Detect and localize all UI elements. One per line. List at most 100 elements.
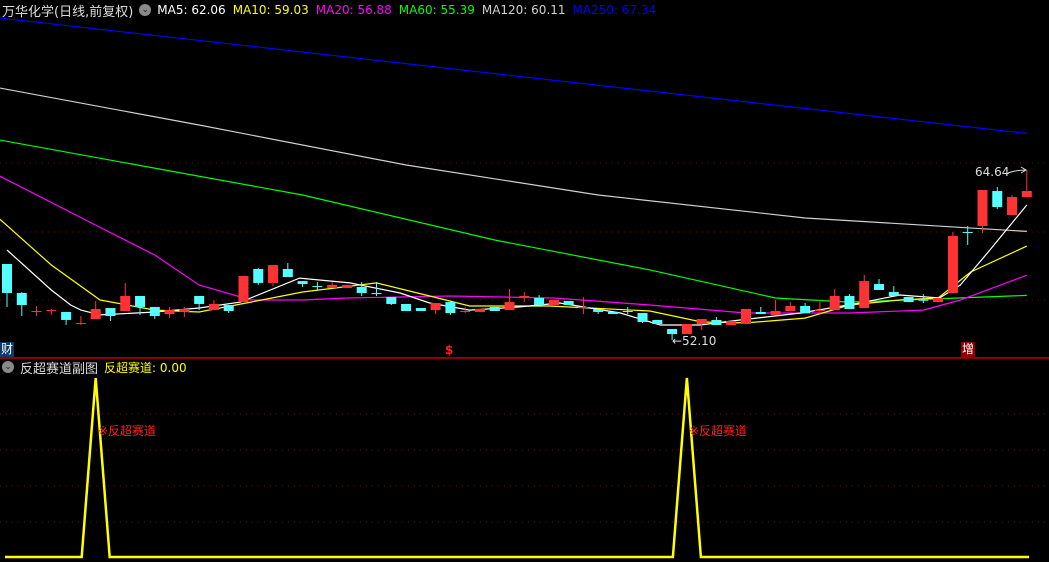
candle-body xyxy=(460,311,471,313)
ma120-line xyxy=(0,87,1027,232)
candle-body xyxy=(1007,196,1018,216)
candle-body xyxy=(445,302,456,314)
candle xyxy=(681,324,692,335)
candle-body xyxy=(312,286,323,288)
candle xyxy=(1021,170,1032,197)
candle xyxy=(947,231,958,293)
candle xyxy=(800,303,811,314)
chevron-down-icon[interactable]: ⌄ xyxy=(139,4,152,16)
candle-body xyxy=(622,311,633,313)
candle xyxy=(888,286,899,296)
candle xyxy=(61,311,72,325)
candle-body xyxy=(578,306,589,308)
candle xyxy=(223,305,234,314)
candle-body xyxy=(563,300,574,306)
candle-body xyxy=(46,310,57,312)
sub-indicator-value: 反超赛道: 0.00 xyxy=(104,360,187,375)
candle-body xyxy=(741,308,751,325)
candle xyxy=(652,319,663,325)
candle-body xyxy=(149,306,160,317)
ma-legend-item: MA120: 60.11 xyxy=(481,3,566,17)
candle-body xyxy=(755,311,766,314)
candle-body xyxy=(1021,191,1032,197)
candle xyxy=(327,281,338,288)
candle xyxy=(844,294,855,309)
candle-body xyxy=(135,295,146,307)
candle-body xyxy=(696,319,707,325)
candle-body xyxy=(593,308,604,312)
candle xyxy=(977,189,988,234)
candle-body xyxy=(652,319,663,325)
finance-marker[interactable]: 财 xyxy=(0,342,15,357)
candle-body xyxy=(208,303,219,311)
candle-body xyxy=(947,236,958,293)
ma-legend: MA5: 62.06 MA10: 59.03 MA20: 56.88 MA60: 55… xyxy=(157,3,656,17)
candle xyxy=(208,300,219,311)
candle-body xyxy=(829,295,840,311)
ma-legend-item: MA20: 56.88 xyxy=(315,3,392,17)
candle-body xyxy=(31,311,42,313)
candle xyxy=(164,306,175,319)
candle-body xyxy=(874,284,885,290)
candle xyxy=(903,297,914,303)
candle-body xyxy=(268,265,279,283)
candle-body xyxy=(726,321,737,325)
candle xyxy=(504,289,515,311)
candle xyxy=(785,302,796,312)
candle xyxy=(711,316,722,325)
moving-average-lines xyxy=(0,17,1028,326)
dividend-marker[interactable]: $ xyxy=(444,343,454,358)
candle-body xyxy=(90,308,101,320)
candle-body xyxy=(534,297,545,306)
candle xyxy=(120,282,131,312)
candle-body xyxy=(2,263,12,293)
candle-body xyxy=(681,324,692,335)
candle-body xyxy=(992,191,1003,208)
high-price-label: 64.64 xyxy=(975,165,1010,179)
candle-body xyxy=(918,299,929,301)
signal-line xyxy=(5,377,1029,559)
candle-body xyxy=(519,295,530,297)
candle xyxy=(282,263,293,277)
candlesticks xyxy=(2,170,1032,341)
candle xyxy=(962,226,973,245)
candle xyxy=(593,308,604,314)
candle xyxy=(401,303,412,312)
kline-chart xyxy=(0,17,1049,559)
sub-header: ⌄ 反超赛道副图 反超赛道: 0.00 xyxy=(2,358,187,377)
candle xyxy=(1007,194,1018,216)
candle-body xyxy=(164,310,175,314)
candle-body xyxy=(888,292,899,296)
candle-body xyxy=(814,310,825,312)
candle-body xyxy=(105,308,116,317)
candle xyxy=(607,311,618,314)
candle-body xyxy=(962,231,973,233)
candle-body xyxy=(504,302,515,311)
candle-body xyxy=(223,305,234,312)
candle xyxy=(2,263,12,307)
candle-body xyxy=(341,284,352,288)
candle-body xyxy=(548,300,559,306)
candle-body xyxy=(386,297,397,304)
candle xyxy=(90,300,101,320)
candle xyxy=(238,276,249,303)
candle-body xyxy=(430,303,441,311)
ma-legend-item: MA10: 59.03 xyxy=(232,3,309,17)
chevron-down-icon[interactable]: ⌄ xyxy=(2,361,14,373)
candle-body xyxy=(933,297,944,303)
candle-body xyxy=(785,305,796,312)
ma-legend-item: MA60: 55.39 xyxy=(398,3,475,17)
candle-body xyxy=(800,305,811,314)
high-arrow-icon xyxy=(1007,166,1027,174)
candle xyxy=(16,292,27,317)
candle xyxy=(637,313,648,323)
grid-lines xyxy=(0,162,1049,523)
candle xyxy=(770,300,781,315)
main-header: 万华化学(日线,前复权) ⌄ MA5: 62.06 MA10: 59.03 MA20… xyxy=(2,1,656,20)
candle xyxy=(992,186,1003,210)
candle-body xyxy=(607,311,618,314)
candle xyxy=(75,316,86,325)
candle-body xyxy=(327,284,338,288)
candle-body xyxy=(903,297,914,303)
increase-marker[interactable]: 增 xyxy=(961,342,976,357)
